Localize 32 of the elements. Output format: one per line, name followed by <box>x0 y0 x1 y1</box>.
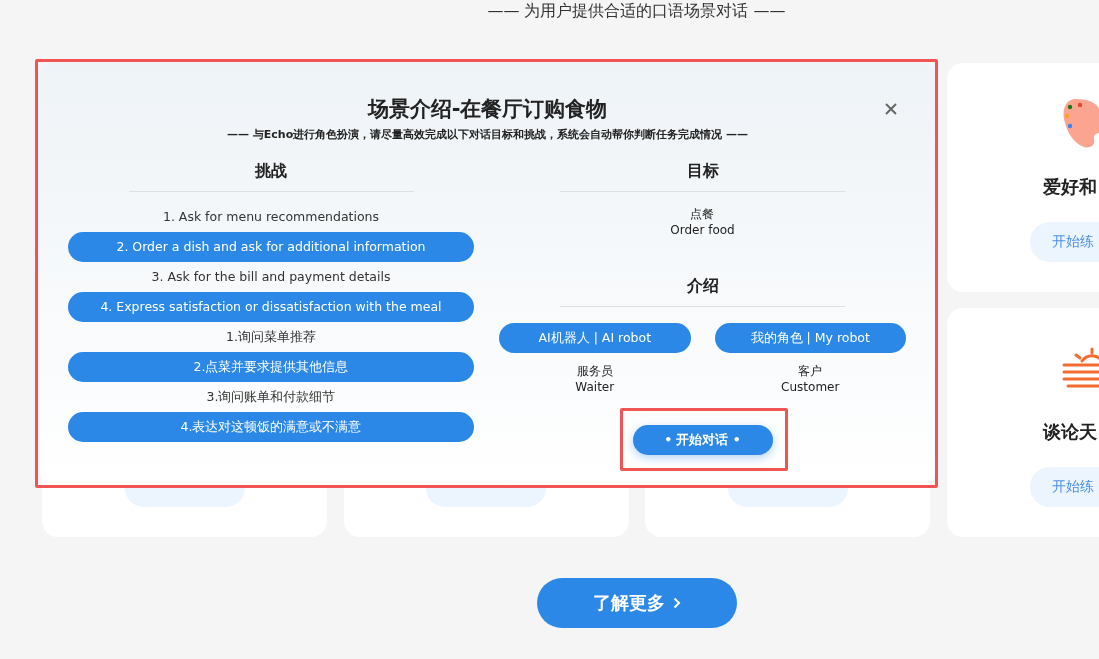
role-name: 客户 <box>797 363 824 379</box>
goal-text: 点餐 <box>689 206 716 222</box>
start-button[interactable]: • 开始对话 • <box>632 425 773 455</box>
section-heading: 挑战 <box>255 160 287 182</box>
role-name: 服务员 <box>575 363 614 379</box>
challenge-pill: 2. Order a dish and ask for additional information <box>68 232 474 262</box>
challenge-text: 3. Ask for the bill and payment details <box>150 268 392 286</box>
challenge-pill: 4.表达对这顿饭的满意或不满意 <box>68 412 474 442</box>
role-name: Customer <box>781 379 840 395</box>
role-name: Waiter <box>575 379 615 395</box>
goal-text: Order food <box>670 222 735 238</box>
learn-more-button[interactable]: 了解更多 <box>536 578 737 628</box>
dialog-title: 场景介绍-在餐厅订购食物 <box>367 96 608 123</box>
dialog-subtitle: —— 与Echo进行角色扮演，请尽量高效完成以下对话目标和挑战，系统会自动帮你判断任务完成情况 —— <box>225 127 750 143</box>
challenge-pill: 2.点菜并要求提供其他信息 <box>68 352 474 382</box>
palette-icon <box>1061 97 1099 149</box>
sunset-icon <box>1061 347 1099 389</box>
challenge-text: 3.询问账单和付款细节 <box>205 388 337 406</box>
challenge-text: 1.询问菜单推荐 <box>225 328 317 346</box>
practice-button[interactable]: 开始练 <box>1029 222 1099 262</box>
section-heading: 介绍 <box>686 275 719 297</box>
card-title: 谈论天 <box>1042 420 1097 444</box>
role-label: 我的角色 | My robot <box>714 323 906 353</box>
page-subtitle: —— 为用户提供合适的口语场景对话 —— <box>486 0 787 22</box>
chevron-icon <box>672 597 681 609</box>
section-heading: 目标 <box>686 160 719 182</box>
role-label: AI机器人 | AI robot <box>499 323 691 353</box>
close-icon[interactable] <box>885 103 897 115</box>
card-title: 爱好和 <box>1042 175 1097 199</box>
challenge-text: 1. Ask for menu recommendations <box>161 208 381 226</box>
practice-button[interactable]: 开始练 <box>1029 467 1099 507</box>
challenge-pill: 4. Express satisfaction or dissatisfaction with the meal <box>68 292 474 322</box>
